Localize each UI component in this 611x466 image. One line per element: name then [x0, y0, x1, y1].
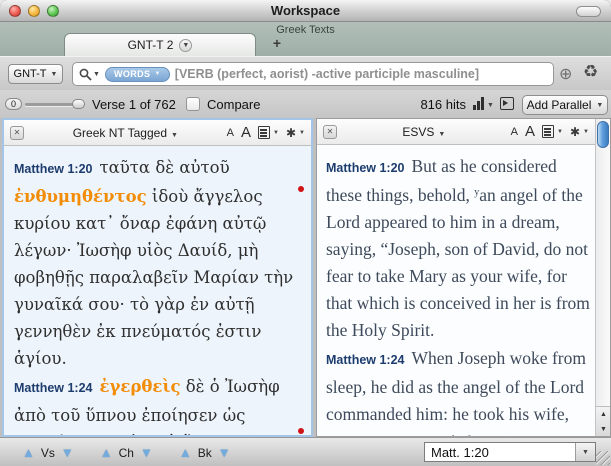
esv-text-pane: ✕ ESVS▼ A A ▼ ✱▼ Matthew 1:20But as he c… [316, 118, 611, 437]
greek-text-body[interactable]: Matthew 1:20ταῦτα δὲ αὐτοῦ ἐνθυμηθέντος … [4, 146, 311, 437]
close-pane-button[interactable]: ✕ [323, 125, 337, 139]
verse: Matthew 1:20ταῦτα δὲ αὐτοῦ ἐνθυμηθέντος … [14, 154, 297, 372]
chevron-down-icon: ▼ [583, 129, 589, 135]
compare-checkbox[interactable] [186, 97, 200, 111]
nav-label: Ch [119, 446, 134, 460]
chevron-down-icon: ▼ [182, 42, 189, 49]
search-scope-button[interactable]: GNT-T ▼ [8, 64, 63, 84]
greek-text-pane: ✕ Greek NT Tagged▼ A A ▼ ✱▼ Matthew 1:20… [2, 118, 313, 437]
verse-reference[interactable]: Matthew 1:24 [326, 353, 405, 367]
search-toolbar: GNT-T ▼ ▼ WORDS ▼ [VERB (perfect, aorist… [0, 56, 611, 90]
verse-nav-group-vs: ▲ Vs ▼ [22, 446, 74, 460]
vs-up-button[interactable]: ▲ [22, 446, 35, 459]
ch-up-button[interactable]: ▲ [100, 446, 113, 459]
chevron-down-icon: ▼ [51, 71, 58, 78]
tab-gnt-t-2[interactable]: GNT-T 2 ▼ [64, 33, 256, 56]
scrollbar[interactable]: ▲ ▼ [595, 119, 610, 436]
verse-reference-value[interactable]: Matt. 1:20 [425, 445, 575, 460]
chevron-down-icon: ▼ [299, 130, 305, 136]
search-query-text[interactable]: [VERB (perfect, aorist) -active particip… [175, 67, 479, 81]
greek-pane-title[interactable]: Greek NT Tagged▼ [30, 126, 221, 140]
nav-label: Vs [41, 446, 55, 460]
nav-label: Bk [198, 446, 212, 460]
verse-reference[interactable]: Matthew 1:20 [14, 162, 93, 176]
chevron-down-icon: ▼ [273, 130, 279, 136]
context-slider-thumb[interactable] [72, 99, 85, 109]
verse-reference[interactable]: Matthew 1:20 [326, 161, 405, 175]
esv-pane-header: ✕ ESVS▼ A A ▼ ✱▼ [317, 119, 595, 145]
verse-nav-group-bk: ▲ Bk ▼ [179, 446, 231, 460]
controls-row: 0 Verse 1 of 762 Compare 816 hits ▼ Add … [0, 90, 611, 118]
scroll-down-button[interactable]: ▼ [596, 422, 611, 437]
search-mode-label: WORDS [114, 69, 151, 79]
esv-pane-title[interactable]: ESVS▼ [343, 125, 505, 139]
workspace-window: Workspace Greek Texts GNT-T 2 ▼ + GNT-T … [0, 0, 611, 466]
verse-text: an angel of the Lord appeared to him in … [326, 185, 590, 340]
content-area: ✕ Greek NT Tagged▼ A A ▼ ✱▼ Matthew 1:20… [0, 118, 611, 437]
hit-word[interactable]: ἐγερθεὶς [100, 377, 181, 396]
hit-marker-dot [298, 186, 304, 192]
compare-label: Compare [207, 97, 260, 112]
details-window-icon[interactable] [500, 97, 514, 110]
scrollbar-thumb[interactable] [597, 121, 609, 148]
font-decrease-button[interactable]: A [227, 127, 234, 139]
bottom-bar: ▲ Vs ▼ ▲ Ch ▼ ▲ Bk ▼ Matt. 1:20 ▼ [0, 437, 611, 466]
scroll-up-button[interactable]: ▲ [596, 407, 611, 422]
plus-circle-icon[interactable]: ⊕ [559, 64, 572, 84]
chevron-down-icon: ▼ [557, 129, 563, 135]
font-decrease-button[interactable]: A [511, 126, 518, 138]
chevron-down-icon: ▼ [596, 102, 603, 109]
hit-word[interactable]: ἐνθυμηθέντος [14, 187, 147, 206]
analysis-chart-icon[interactable]: ▼ [473, 97, 494, 110]
chevron-down-icon: ▼ [438, 131, 445, 138]
font-increase-button[interactable]: A [525, 123, 535, 140]
search-icon[interactable]: ▼ [79, 68, 100, 81]
tab-label: GNT-T 2 [128, 38, 174, 52]
close-pane-button[interactable]: ✕ [10, 126, 24, 140]
chevron-down-icon: ▼ [487, 102, 494, 109]
display-settings-icon[interactable] [258, 126, 270, 139]
context-slider-value: 0 [5, 98, 22, 110]
verse: Matthew 1:24ἐγερθεὶς δὲ ὁ Ἰωσὴφ ἀπὸ τοῦ … [14, 373, 297, 437]
add-tab-button[interactable]: + [268, 35, 286, 51]
search-mode-token[interactable]: WORDS ▼ [105, 67, 170, 82]
verse-nav-group-ch: ▲ Ch ▼ [100, 446, 153, 460]
search-scope-label: GNT-T [14, 68, 47, 80]
verse-text: ἰδοὺ ἄγγελος κυρίου κατ᾿ ὄναρ ἐφάνη αὐτῷ… [14, 187, 293, 368]
font-increase-button[interactable]: A [241, 124, 251, 141]
chevron-down-icon: ▼ [582, 449, 589, 456]
hit-marker-dot [298, 428, 304, 434]
verse: Matthew 1:20But as he considered these t… [326, 153, 590, 344]
recycle-arrows-icon[interactable]: ♻ [583, 62, 598, 82]
chevron-down-icon: ▼ [154, 71, 160, 77]
verse: Matthew 1:24When Joseph woke from sleep,… [326, 345, 590, 428]
ch-down-button[interactable]: ▼ [140, 446, 153, 459]
tab-menu-button[interactable]: ▼ [179, 39, 192, 52]
resize-grip[interactable] [596, 451, 610, 465]
window-title: Workspace [0, 3, 611, 18]
title-bar[interactable]: Workspace [0, 0, 611, 22]
greek-pane-header: ✕ Greek NT Tagged▼ A A ▼ ✱▼ [4, 120, 311, 146]
verse-reference[interactable]: Matthew 1:24 [14, 381, 93, 395]
verse-text: ταῦτα δὲ αὐτοῦ [100, 158, 230, 177]
chevron-down-icon: ▼ [171, 132, 178, 139]
gear-icon[interactable]: ✱ [286, 127, 296, 139]
tab-strip: Greek Texts GNT-T 2 ▼ + [0, 22, 611, 56]
bk-down-button[interactable]: ▼ [218, 446, 231, 459]
gear-icon[interactable]: ✱ [570, 126, 580, 138]
vs-down-button[interactable]: ▼ [61, 446, 74, 459]
combo-dropdown-button[interactable]: ▼ [575, 443, 595, 461]
toolbar-toggle-button[interactable] [576, 6, 601, 17]
esv-text-body[interactable]: Matthew 1:20But as he considered these t… [317, 145, 610, 437]
verse: Matthew 2:1Now hafter Jesus was born in … [326, 429, 590, 437]
verse-counter: Verse 1 of 762 [92, 97, 176, 112]
hits-count: 816 hits [408, 97, 466, 112]
add-parallel-label: Add Parallel [527, 98, 592, 112]
add-parallel-button[interactable]: Add Parallel ▼ [522, 95, 608, 115]
bk-up-button[interactable]: ▲ [179, 446, 192, 459]
chevron-down-icon: ▼ [93, 71, 100, 78]
display-settings-icon[interactable] [542, 125, 554, 138]
verse-reference-combo[interactable]: Matt. 1:20 ▼ [424, 442, 596, 462]
search-input[interactable]: ▼ WORDS ▼ [VERB (perfect, aorist) -activ… [72, 62, 554, 86]
